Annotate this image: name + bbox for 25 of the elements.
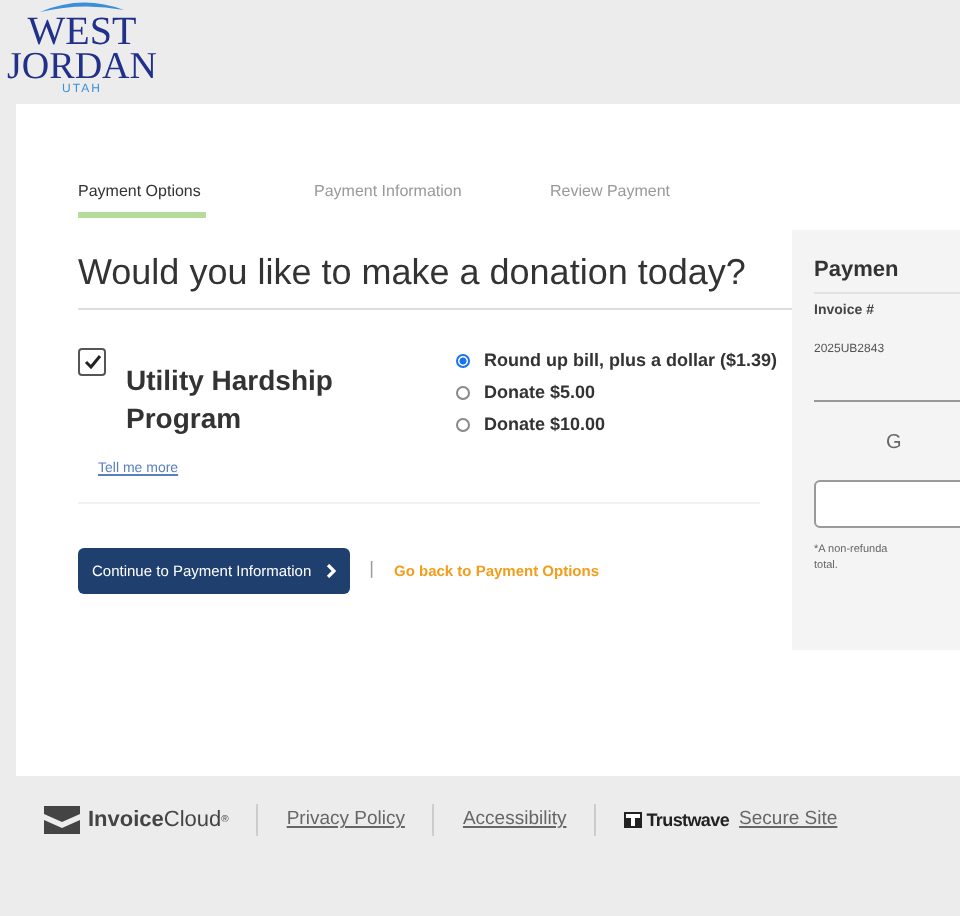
step-tab[interactable]: Payment Information	[314, 178, 550, 212]
footer-link[interactable]: Accessibility	[462, 806, 567, 835]
separator: |	[369, 556, 374, 583]
step-tab[interactable]: Review Payment	[550, 178, 786, 212]
secure-site-link[interactable]: Secure Site	[739, 806, 838, 835]
brand-name: InvoiceCloud$^{®}$	[88, 806, 229, 836]
footer-link[interactable]: Privacy Policy	[286, 806, 405, 835]
trustwave-name: Trustwave	[646, 807, 730, 833]
wave-icon	[36, 0, 128, 14]
program-checkbox[interactable]	[78, 347, 106, 376]
option-label: Round up bill, plus a dollar ($1.39)	[484, 347, 778, 374]
checkmark-icon	[83, 353, 101, 370]
option-label: Donate $5.00	[484, 379, 596, 406]
chevron-icon	[325, 563, 336, 578]
radio-button[interactable]	[456, 354, 470, 369]
radio-button[interactable]	[456, 418, 470, 433]
active-step-indicator	[78, 212, 206, 218]
trustwave-icon	[624, 812, 643, 829]
summary-title: Paymen	[814, 254, 960, 293]
summary-label: G	[886, 430, 904, 458]
invoicecloud-logo-icon	[44, 806, 80, 835]
program-name: Utility Hardship Program	[126, 361, 335, 439]
step-tab[interactable]: Payment Options	[78, 178, 314, 212]
radio-button[interactable]	[456, 386, 470, 401]
option-label: Donate $10.00	[484, 411, 606, 438]
